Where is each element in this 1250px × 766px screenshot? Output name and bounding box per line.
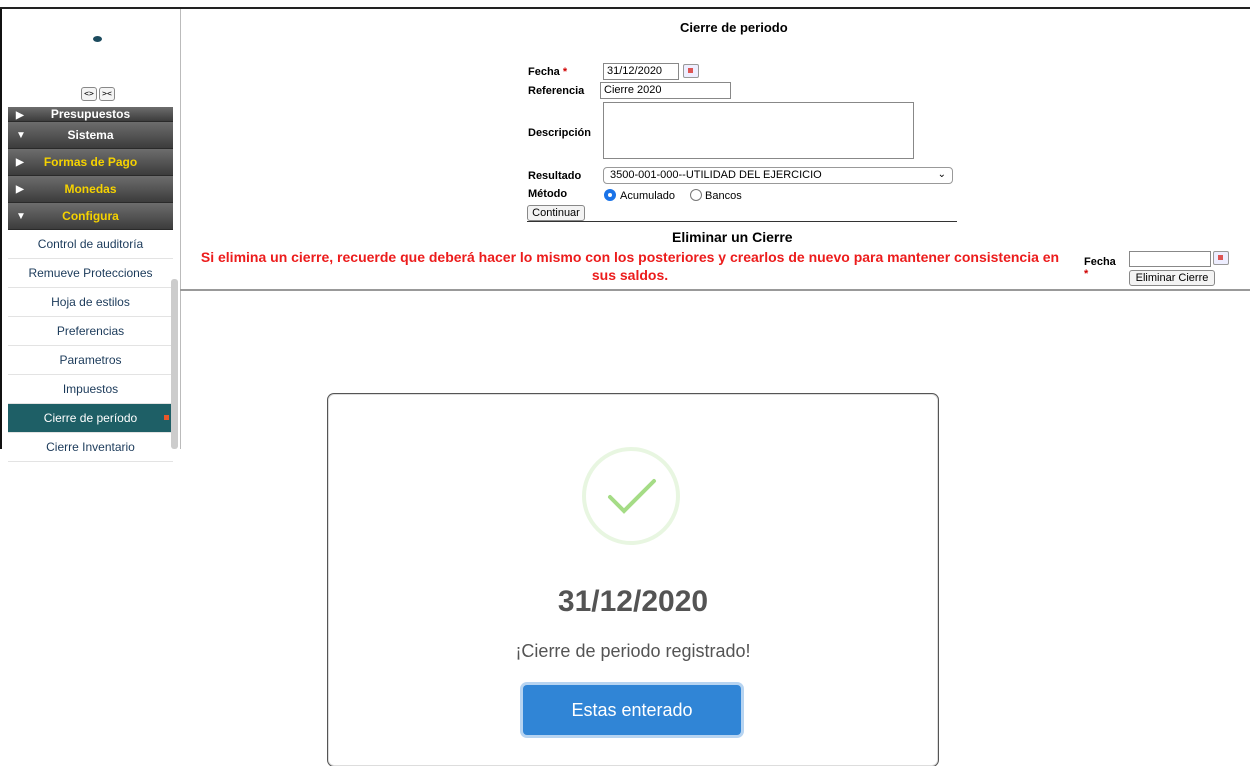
active-marker-icon [164,415,169,420]
chevron-down-icon: ⌄ [937,169,946,180]
sidebar-item-parametros[interactable]: Parametros [8,346,173,375]
sidebar-section-formas-de-pago[interactable]: ▶ Formas de Pago [8,149,173,176]
collapse-arrow-icon: ▼ [16,210,26,222]
section-divider [527,221,957,222]
sidebar-menu: ▶ Presupuestos ▼ Sistema ▶ Formas de Pag… [8,107,173,462]
sidebar-section-label: Monedas [64,182,117,196]
fecha-input[interactable]: 31/12/2020 [603,63,679,80]
sidebar-item-cierre-de-periodo[interactable]: Cierre de período [8,404,173,433]
descripcion-label: Descripción [528,127,591,139]
sidebar-section-label: Sistema [67,128,114,142]
success-check-icon [582,447,680,545]
eliminar-fecha-label: Fecha [1084,256,1116,268]
resultado-label: Resultado [528,170,582,182]
sidebar-toggles: <> >< [81,87,115,101]
logo-icon [93,36,102,42]
eliminar-warning: Si elimina un cierre, recuerde que deber… [200,249,1060,283]
required-mark: * [562,66,568,78]
collapse-arrow-icon: ▼ [16,129,26,141]
sidebar-edge [0,9,2,449]
eliminar-fecha-input[interactable] [1129,251,1211,267]
sidebar-item-hoja-de-estilos[interactable]: Hoja de estilos [8,288,173,317]
top-border [0,7,1250,9]
sidebar-section-configura[interactable]: ▼ Configura [8,203,173,230]
fecha-label: Fecha * [528,66,567,78]
referencia-input[interactable]: Cierre 2020 [600,82,731,99]
sidebar-item-control-de-auditoria[interactable]: Control de auditoría [8,230,173,259]
sidebar-section-label: Formas de Pago [43,155,138,169]
resultado-selected: 3500-001-000--UTILIDAD DEL EJERCICIO [610,169,822,181]
eliminar-cierre-button[interactable]: Eliminar Cierre [1129,270,1215,286]
sidebar-section-sistema[interactable]: ▼ Sistema [8,122,173,149]
expand-arrow-icon: ▶ [16,183,24,195]
sidebar-section-label: Configura [62,209,119,223]
acumulado-label: Acumulado [620,190,676,202]
dialog-message: ¡Cierre de periodo registrado! [515,641,751,661]
calendar-icon[interactable] [683,64,699,78]
referencia-label: Referencia [528,85,585,97]
eliminar-title: Eliminar un Cierre [672,229,793,245]
confirm-button[interactable]: Estas enterado [523,685,741,735]
sidebar-item-impuestos[interactable]: Impuestos [8,375,173,404]
sidebar-item-remueve-protecciones[interactable]: Remueve Protecciones [8,259,173,288]
check-icon [608,479,656,514]
expand-arrow-icon: ▶ [16,156,24,168]
resultado-select[interactable]: 3500-001-000--UTILIDAD DEL EJERCICIO ⌄ [603,167,953,184]
sidebar: <> >< ▶ Presupuestos ▼ Sistema ▶ Formas … [0,9,181,462]
page-title: Cierre de periodo [680,20,788,35]
collapse-all-button[interactable]: >< [99,87,115,101]
sidebar-section-label: Presupuestos [50,107,131,121]
fecha-label-text: Fecha [528,66,560,78]
sidebar-item-cierre-inventario[interactable]: Cierre Inventario [8,433,173,462]
continuar-button[interactable]: Continuar [527,205,585,221]
sidebar-section-monedas[interactable]: ▶ Monedas [8,176,173,203]
sidebar-item-label: Cierre de período [43,411,138,425]
success-dialog: 31/12/2020 ¡Cierre de periodo registrado… [328,394,938,766]
dialog-title: 31/12/2020 [557,585,709,618]
expand-arrow-icon: ▶ [16,110,24,121]
expand-all-button[interactable]: <> [81,87,97,101]
required-mark: * [1084,268,1089,280]
metodo-label: Método [528,188,568,200]
descripcion-textarea[interactable] [603,102,914,159]
content-border [180,289,1250,291]
sidebar-section-presupuestos[interactable]: ▶ Presupuestos [8,107,173,122]
acumulado-radio[interactable] [604,189,616,201]
sidebar-item-preferencias[interactable]: Preferencias [8,317,173,346]
bancos-radio[interactable] [690,189,702,201]
sidebar-scrollbar[interactable] [171,279,178,449]
calendar-icon[interactable] [1213,251,1229,265]
bancos-label: Bancos [705,190,742,202]
